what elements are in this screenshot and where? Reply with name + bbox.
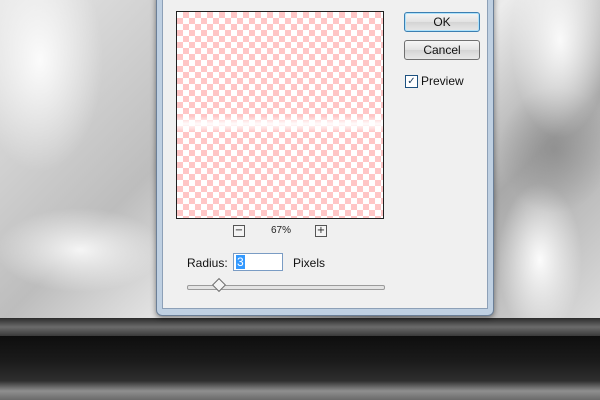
preview-checkbox[interactable]: ✓ — [405, 75, 418, 88]
preview-label: Preview — [421, 74, 464, 88]
radius-unit-label: Pixels — [293, 256, 326, 270]
preview-checkbox-row[interactable]: ✓ Preview — [405, 74, 485, 88]
radius-input[interactable]: 3 — [233, 253, 283, 271]
cancel-button[interactable]: Cancel — [404, 40, 480, 60]
blur-streak — [177, 116, 383, 132]
radius-value: 3 — [236, 255, 245, 269]
zoom-in-button[interactable]: + — [315, 225, 327, 237]
radius-label: Radius: — [187, 256, 228, 270]
zoom-controls: − 67% + — [233, 225, 333, 239]
zoom-level: 67% — [270, 225, 291, 236]
leather-background — [0, 336, 600, 400]
zoom-out-button[interactable]: − — [233, 225, 245, 237]
background-band — [0, 318, 600, 336]
ok-button[interactable]: OK — [404, 12, 480, 32]
dialog-body: − 67% + OK Cancel ✓ Preview Radius: 3 Pi… — [162, 0, 488, 309]
filter-dialog: − 67% + OK Cancel ✓ Preview Radius: 3 Pi… — [156, 0, 494, 316]
preview-canvas[interactable] — [176, 11, 384, 219]
